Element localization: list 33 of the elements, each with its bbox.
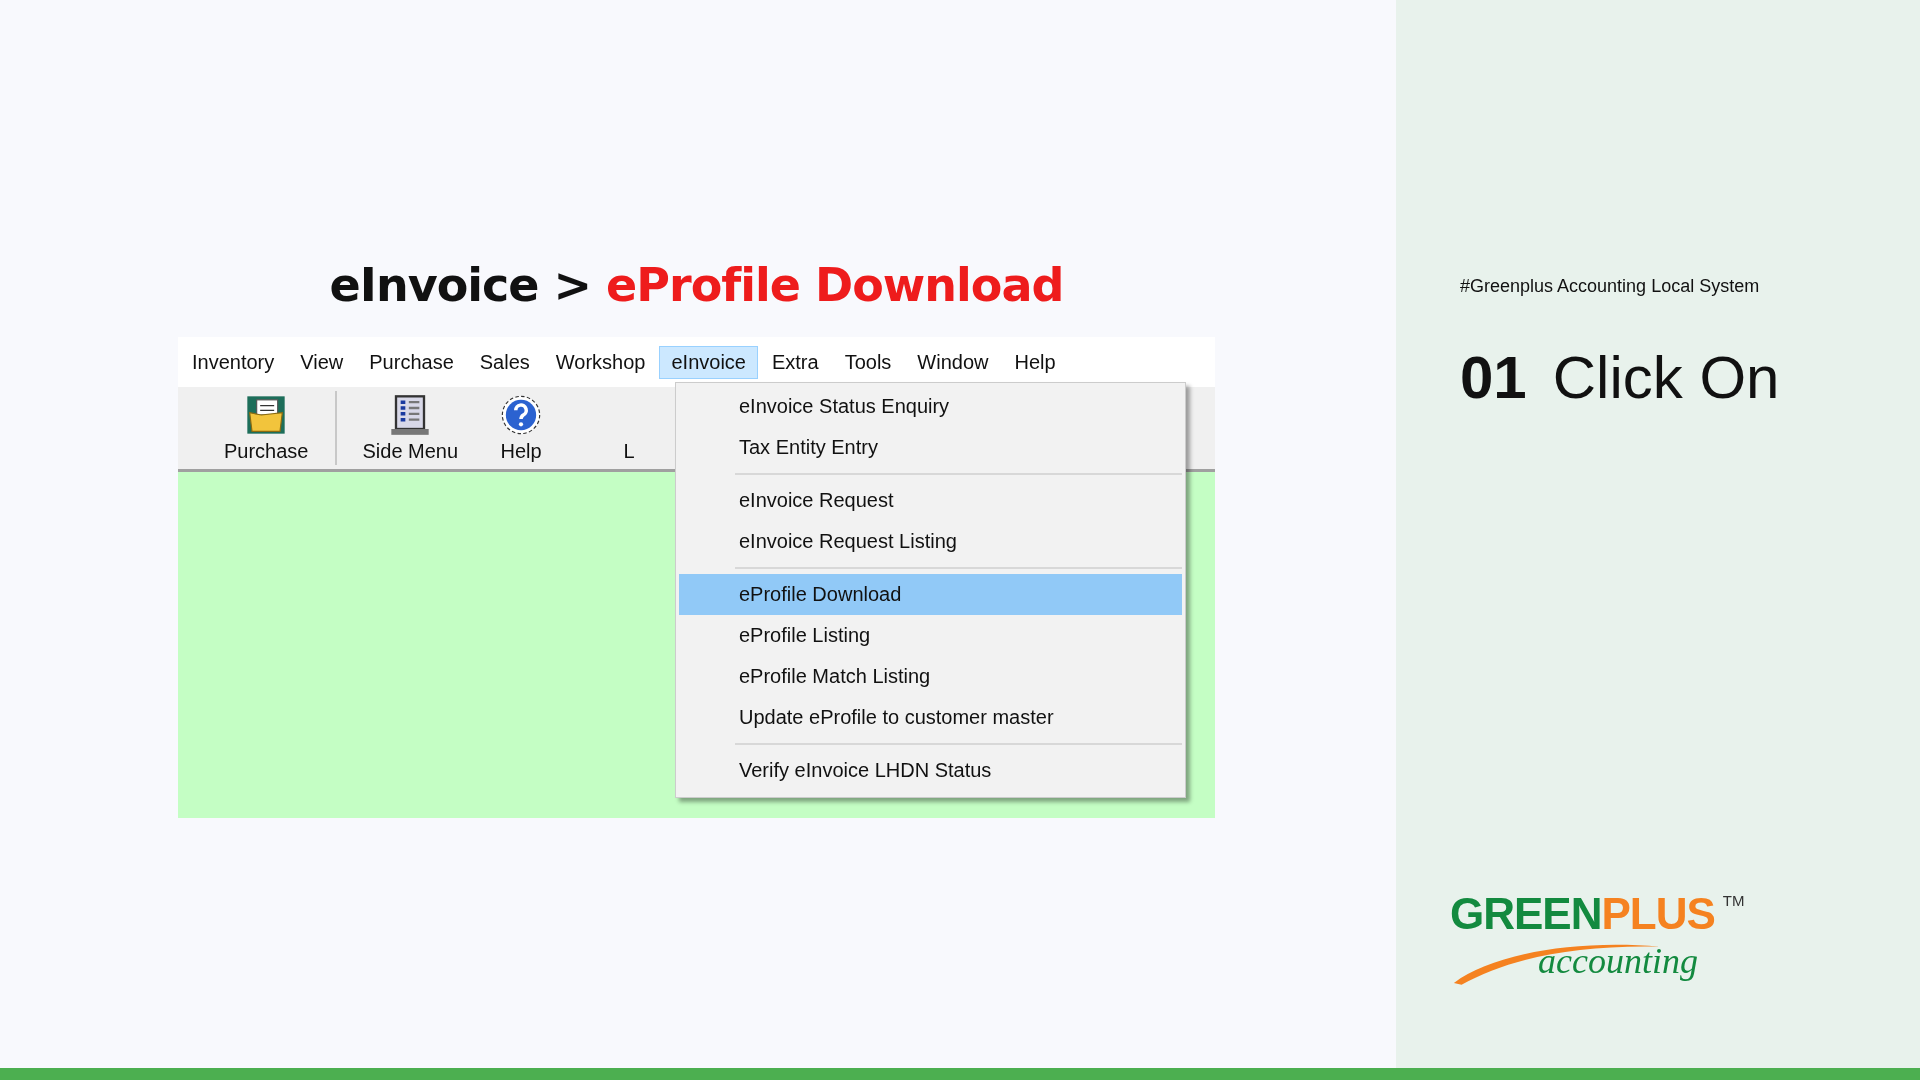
menu-item[interactable]: Purchase [357,345,466,379]
slide-heading: eInvoice > eProfile Download [328,258,1065,314]
tagline-text: #Greenplus Accounting Local System [1460,276,1761,297]
step-number: 01 [1460,343,1527,412]
dropdown-item[interactable]: eProfile Match Listing [679,656,1182,698]
help-icon [500,393,543,436]
trademark-mark: TM [1722,892,1745,909]
dropdown-item[interactable]: eProfile Listing [679,615,1182,657]
menu-item[interactable]: Window [905,345,1001,379]
menu-item[interactable]: Tools [832,345,904,379]
menu-item[interactable]: View [288,345,356,379]
logo-wordmark: GREENPLUS [1450,892,1715,936]
toolbar-button[interactable]: Side Menu [346,393,475,463]
dropdown-item[interactable]: eInvoice Status Enquiry [679,386,1182,428]
dropdown-item[interactable]: eProfile Download [679,574,1182,616]
folder-document-icon [245,393,288,436]
toolbar-button[interactable]: Purchase [208,393,325,463]
toolbar-button[interactable]: Help [484,393,559,463]
dropdown-item[interactable]: Tax Entity Entry [679,427,1182,469]
menu-item[interactable]: Sales [467,345,542,379]
dropdown-item[interactable]: eInvoice Request [679,480,1182,522]
list-panel-icon [389,393,432,436]
toolbar-button[interactable]: L [568,393,667,463]
menu-item[interactable]: Workshop [543,345,658,379]
menu-item[interactable]: Inventory [180,345,287,379]
menu-item[interactable]: eInvoice [659,345,758,379]
menu-item[interactable]: Help [1002,345,1068,379]
dropdown-item[interactable]: Update eProfile to customer master [679,697,1182,739]
step-title: Click On [1552,343,1780,412]
logo-tagline: accounting [1538,940,1698,982]
dropdown-item[interactable]: Verify eInvoice LHDN Status [679,750,1182,792]
menu-item[interactable]: Extra [759,345,831,379]
dropdown-item[interactable]: eInvoice Request Listing [679,521,1182,563]
